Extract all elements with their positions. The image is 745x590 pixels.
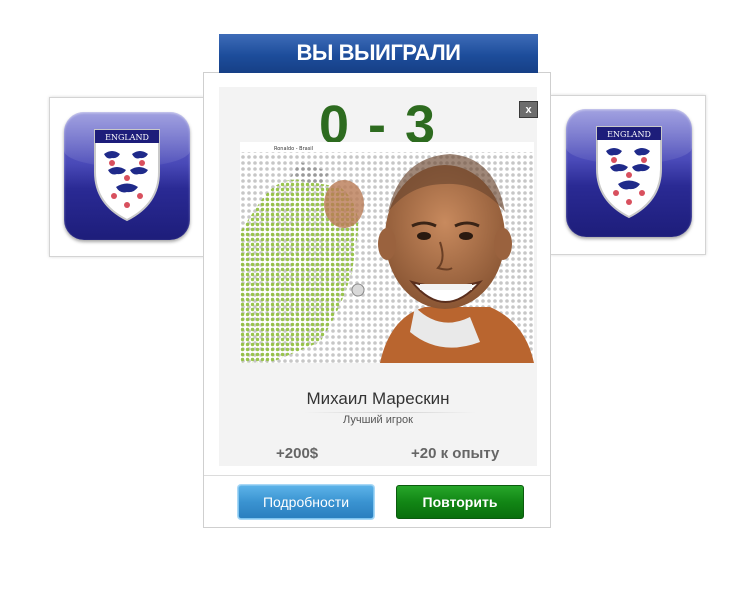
best-player-name: Михаил Марескин xyxy=(306,389,450,408)
close-button[interactable]: x xyxy=(519,101,538,118)
best-player-label: Лучший игрок xyxy=(343,414,413,426)
left-team-card: ENGLAND xyxy=(49,97,205,257)
button-divider xyxy=(204,475,550,476)
result-dialog: 0 - 3 x Ronaldo - Brasil Михаил Марескин… xyxy=(203,72,551,528)
name-divider xyxy=(304,412,476,413)
right-team-card: ENGLAND xyxy=(550,95,706,255)
retry-button[interactable]: Повторить xyxy=(396,485,524,519)
money-reward: +200$ xyxy=(276,445,319,462)
experience-reward: +20 к опыту xyxy=(411,445,500,462)
england-badge-icon: ENGLAND xyxy=(566,109,692,237)
photo-caption: Ronaldo - Brasil xyxy=(274,146,313,152)
victory-banner: ВЫ ВЫИГРАЛИ xyxy=(219,34,538,73)
result-content: 0 - 3 x Ronaldo - Brasil Михаил Марескин… xyxy=(219,87,538,466)
england-badge-icon: ENGLAND xyxy=(64,112,190,240)
badge-text: ENGLAND xyxy=(105,133,149,142)
best-player-photo: Ronaldo - Brasil xyxy=(240,142,534,363)
details-button[interactable]: Подробности xyxy=(238,485,374,519)
badge-text: ENGLAND xyxy=(607,130,651,139)
